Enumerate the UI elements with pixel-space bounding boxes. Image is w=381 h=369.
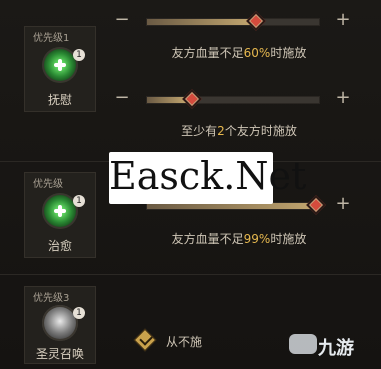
decrease-count-button[interactable]: − — [114, 89, 130, 107]
skill-level-badge: 1 — [73, 195, 85, 207]
skill-card-1[interactable]: 优先级1 1 抚慰 — [24, 26, 96, 112]
skill-name: 圣灵召唤 — [35, 347, 84, 361]
decrease-threshold-button[interactable]: − — [114, 11, 130, 29]
watermark-text: Easck.Net — [109, 154, 307, 198]
slider-fill — [147, 19, 252, 25]
skill-level-badge: 1 — [73, 307, 85, 319]
ally-count-slider[interactable] — [146, 89, 320, 109]
increase-count-button[interactable]: + — [335, 89, 351, 107]
condition-text: 至少有2个友方时施放 — [181, 124, 297, 138]
threshold-slider[interactable] — [146, 11, 320, 31]
skill-name: 抚慰 — [47, 93, 72, 107]
condition-text: 友方血量不足60%时施放 — [171, 46, 307, 60]
priority-label: 优先级 — [33, 179, 63, 190]
corner-watermark-logo — [289, 334, 317, 354]
section-divider — [0, 274, 381, 275]
condition-text: 友方血量不足99%时施放 — [171, 232, 307, 246]
slider-fill — [147, 97, 187, 103]
plus-icon — [54, 55, 66, 75]
checkbox-label: 从不施 — [166, 335, 203, 349]
plus-icon — [54, 201, 66, 221]
corner-watermark-text: 九游 — [318, 338, 354, 359]
priority-label: 优先级3 — [33, 293, 70, 304]
increase-threshold-button[interactable]: + — [335, 195, 351, 213]
check-icon — [139, 332, 153, 346]
skill-card-3[interactable]: 优先级3 1 圣灵召唤 — [24, 286, 96, 364]
skill-card-2[interactable]: 优先级 1 治愈 — [24, 172, 96, 258]
increase-threshold-button[interactable]: + — [335, 11, 351, 29]
skill-name: 治愈 — [47, 239, 72, 253]
skill-level-badge: 1 — [73, 49, 85, 61]
priority-label: 优先级1 — [33, 33, 70, 44]
